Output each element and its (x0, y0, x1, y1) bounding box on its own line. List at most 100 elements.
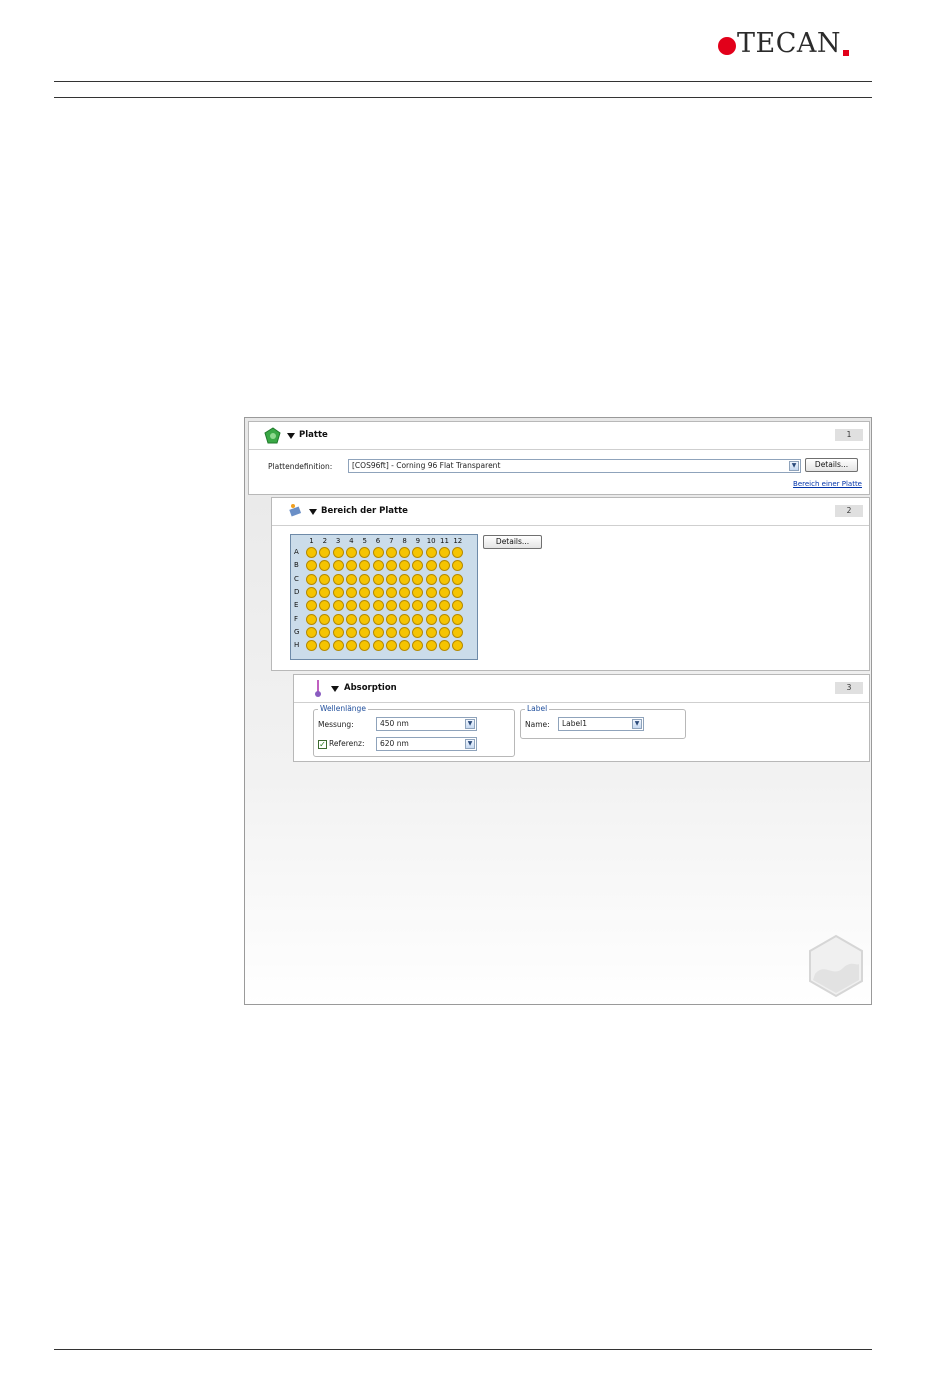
plate-well[interactable] (306, 586, 317, 598)
plate-well[interactable] (425, 600, 437, 612)
collapse-triangle-icon[interactable] (287, 433, 295, 439)
plate-well[interactable] (399, 547, 411, 558)
reference-checkbox[interactable]: ✓ (318, 740, 327, 749)
plate-well[interactable] (399, 640, 411, 652)
plate-well[interactable] (412, 626, 424, 638)
chevron-down-icon[interactable]: ▼ (632, 719, 642, 729)
plate-well[interactable] (359, 613, 371, 625)
panel-bereich-header[interactable]: Bereich der Platte 2 (272, 498, 869, 526)
plate-well[interactable] (425, 560, 437, 572)
plate-well[interactable] (439, 560, 450, 572)
plate-row-header[interactable]: H (294, 641, 299, 649)
plate-well[interactable] (452, 560, 464, 572)
plate-well[interactable] (399, 600, 411, 612)
plate-well[interactable] (452, 586, 464, 598)
plate-well[interactable] (425, 613, 437, 625)
plate-well[interactable] (345, 600, 357, 612)
plate-well[interactable] (306, 626, 317, 638)
plate-well[interactable] (399, 626, 411, 638)
plate-well[interactable] (439, 600, 450, 612)
plate-well[interactable] (425, 573, 437, 585)
plate-well[interactable] (439, 547, 450, 558)
plate-column-header[interactable]: 4 (345, 537, 357, 545)
plate-well[interactable] (412, 640, 424, 652)
plate-well[interactable] (345, 573, 357, 585)
plate-well[interactable] (319, 560, 331, 572)
plate-well[interactable] (452, 600, 464, 612)
plate-well[interactable] (412, 600, 424, 612)
label-name-select[interactable]: Label1 ▼ (558, 717, 644, 731)
plate-well[interactable] (332, 600, 344, 612)
plate-well[interactable] (372, 547, 384, 558)
plate-well[interactable] (359, 560, 371, 572)
plate-well[interactable] (385, 600, 397, 612)
plate-details-button[interactable]: Details... (805, 458, 858, 472)
plate-well[interactable] (359, 626, 371, 638)
plate-well[interactable] (425, 626, 437, 638)
plate-well[interactable] (359, 600, 371, 612)
plate-row-header[interactable]: D (294, 588, 299, 596)
plate-well[interactable] (372, 560, 384, 572)
plate-well[interactable] (425, 586, 437, 598)
plate-row-header[interactable]: E (294, 601, 298, 609)
plate-well[interactable] (359, 586, 371, 598)
plate-row-header[interactable]: F (294, 615, 298, 623)
plate-column-header[interactable]: 8 (399, 537, 411, 545)
plate-well[interactable] (345, 626, 357, 638)
bereich-einer-platte-link[interactable]: Bereich einer Platte (793, 480, 862, 488)
plate-well[interactable] (332, 573, 344, 585)
plate-well[interactable] (452, 547, 464, 558)
plate-well[interactable] (332, 626, 344, 638)
well-plate-grid[interactable]: 1 2 3 4 5 6 7 8 9 10 11 12 A B C D E F G H (290, 534, 478, 660)
plate-well[interactable] (345, 586, 357, 598)
plate-column-header[interactable]: 2 (319, 537, 331, 545)
plate-well[interactable] (332, 586, 344, 598)
plate-well[interactable] (372, 586, 384, 598)
plate-well[interactable] (452, 640, 464, 652)
collapse-triangle-icon[interactable] (309, 509, 317, 515)
plate-row-header[interactable]: B (294, 561, 299, 569)
plate-well[interactable] (332, 640, 344, 652)
collapse-triangle-icon[interactable] (331, 686, 339, 692)
plate-column-header[interactable]: 5 (359, 537, 371, 545)
plate-well[interactable] (399, 560, 411, 572)
reference-wavelength-select[interactable]: 620 nm ▼ (376, 737, 477, 751)
plate-row-header[interactable]: A (294, 548, 299, 556)
plate-well[interactable] (385, 560, 397, 572)
plate-column-header[interactable]: 1 (306, 537, 318, 545)
plate-well[interactable] (385, 573, 397, 585)
plate-column-header[interactable]: 10 (425, 537, 437, 545)
plate-well[interactable] (332, 547, 344, 558)
plate-well[interactable] (359, 573, 371, 585)
plate-well[interactable] (319, 613, 331, 625)
panel-platte-header[interactable]: Platte 1 (249, 422, 869, 450)
plate-well[interactable] (412, 586, 424, 598)
plate-well[interactable] (399, 613, 411, 625)
plate-column-header[interactable]: 12 (452, 537, 464, 545)
plate-well[interactable] (345, 560, 357, 572)
chevron-down-icon[interactable]: ▼ (789, 461, 799, 471)
plate-well[interactable] (425, 547, 437, 558)
plate-well[interactable] (452, 613, 464, 625)
plate-well[interactable] (372, 640, 384, 652)
plate-well[interactable] (412, 613, 424, 625)
plate-well[interactable] (412, 547, 424, 558)
plate-well[interactable] (319, 600, 331, 612)
panel-absorption-header[interactable]: Absorption 3 (294, 675, 869, 703)
plate-column-header[interactable]: 6 (372, 537, 384, 545)
plate-well[interactable] (345, 640, 357, 652)
plate-well[interactable] (345, 547, 357, 558)
plate-well[interactable] (306, 547, 317, 558)
plate-well[interactable] (372, 573, 384, 585)
plate-well[interactable] (452, 573, 464, 585)
plate-definition-select[interactable]: [COS96ft] - Corning 96 Flat Transparent … (348, 459, 801, 473)
plate-well[interactable] (306, 573, 317, 585)
plate-well[interactable] (439, 613, 450, 625)
plate-well[interactable] (306, 613, 317, 625)
plate-well[interactable] (385, 586, 397, 598)
plate-column-header[interactable]: 9 (412, 537, 424, 545)
plate-well[interactable] (425, 640, 437, 652)
range-details-button[interactable]: Details... (483, 535, 542, 549)
plate-well[interactable] (385, 640, 397, 652)
plate-well[interactable] (439, 640, 450, 652)
